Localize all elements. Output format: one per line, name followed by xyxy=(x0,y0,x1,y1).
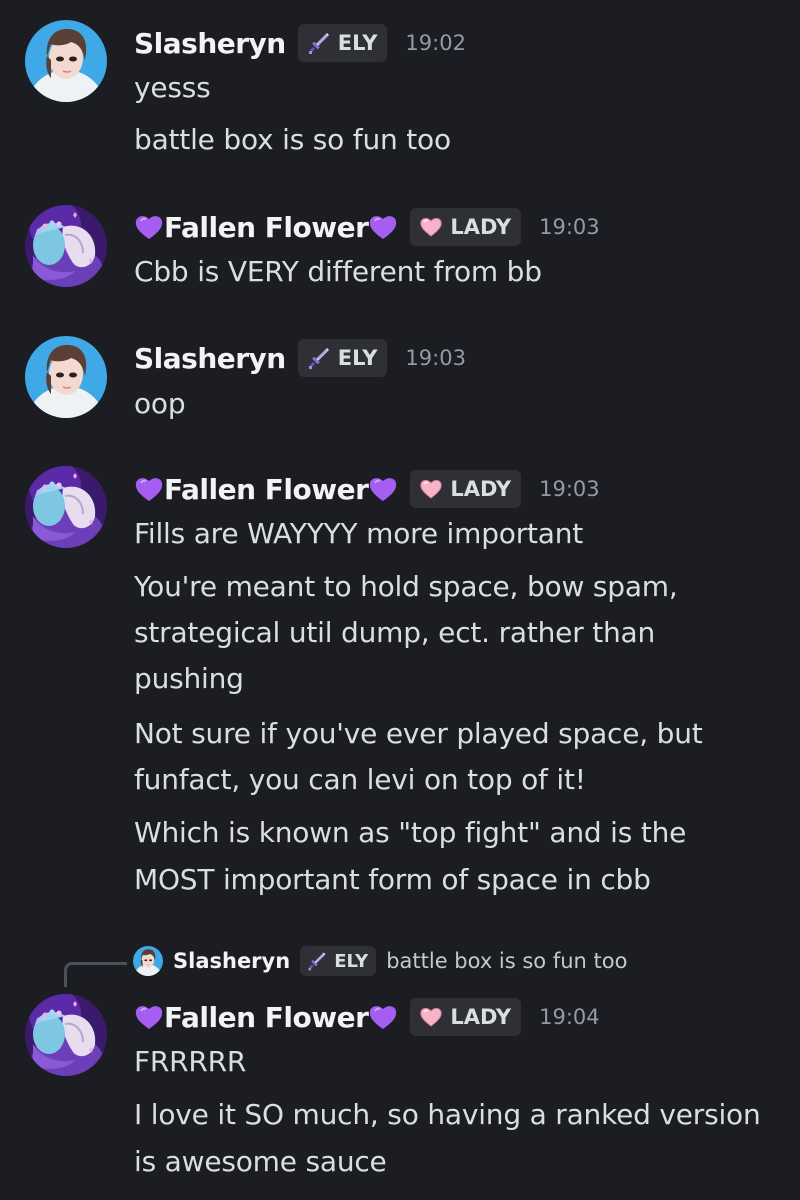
server-tag[interactable]: LADY xyxy=(410,470,522,508)
message-text: MOST important form of space in cbb xyxy=(134,863,651,896)
avatar-image xyxy=(25,994,107,1076)
pink-heart-icon xyxy=(418,214,444,240)
message-text: Cbb is VERY different from bb xyxy=(134,255,542,288)
purple-heart-icon xyxy=(368,1003,398,1031)
message-header: Fallen Flower LADY 19:03 xyxy=(134,469,600,509)
message-text: strategical util dump, ect. rather than xyxy=(134,616,656,649)
message-text: I love it SO much, so having a ranked ve… xyxy=(134,1098,761,1131)
message-text: is awesome sauce xyxy=(134,1145,387,1178)
message-text: FRRRRR xyxy=(134,1045,247,1078)
message-text: yesss xyxy=(134,71,211,104)
server-tag[interactable]: LADY xyxy=(410,998,522,1036)
server-tag[interactable]: ELY xyxy=(297,339,388,377)
message-text: Fills are WAYYYY more important xyxy=(134,517,584,550)
reply-username[interactable]: Slasheryn xyxy=(173,949,290,973)
message-text: Not sure if you've ever played space, bu… xyxy=(134,717,703,750)
message-text: battle box is so fun too xyxy=(134,123,451,156)
reply-server-tag-label: ELY xyxy=(334,950,369,972)
avatar-image xyxy=(25,466,107,548)
purple-heart-icon xyxy=(134,1003,164,1031)
message-header: Slasheryn ELY 19:02 xyxy=(134,23,466,63)
server-tag-label: ELY xyxy=(337,346,378,370)
avatar-image xyxy=(25,336,107,418)
avatar[interactable] xyxy=(25,994,107,1076)
timestamp[interactable]: 19:03 xyxy=(539,477,600,501)
reply-avatar xyxy=(133,946,163,976)
avatar[interactable] xyxy=(25,20,107,102)
avatar[interactable] xyxy=(25,205,107,287)
message-header: Slasheryn ELY 19:03 xyxy=(134,338,466,378)
server-tag-label: LADY xyxy=(450,215,512,239)
purple-heart-icon xyxy=(134,475,164,503)
avatar[interactable] xyxy=(25,336,107,418)
message-text: Which is known as "top fight" and is the xyxy=(134,816,687,849)
username[interactable]: Fallen Flower xyxy=(164,211,369,244)
message-text: You're meant to hold space, bow spam, xyxy=(134,570,678,603)
server-tag-label: ELY xyxy=(337,31,378,55)
server-tag[interactable]: LADY xyxy=(410,208,522,246)
reply-server-tag: ELY xyxy=(300,946,377,976)
reply-connector xyxy=(64,962,127,987)
message-text: funfact, you can levi on top of it! xyxy=(134,763,586,796)
purple-heart-icon xyxy=(368,475,398,503)
message-header: Fallen Flower LADY 19:03 xyxy=(134,207,600,247)
sword-icon xyxy=(306,345,332,371)
pink-heart-icon xyxy=(418,476,444,502)
timestamp[interactable]: 19:03 xyxy=(539,215,600,239)
sword-icon xyxy=(306,950,328,972)
username[interactable]: Slasheryn xyxy=(134,342,286,375)
timestamp[interactable]: 19:04 xyxy=(539,1005,600,1029)
username[interactable]: Slasheryn xyxy=(134,27,286,60)
reply-text[interactable]: battle box is so fun too xyxy=(386,949,627,973)
timestamp[interactable]: 19:03 xyxy=(405,346,466,370)
message-header: Fallen Flower LADY 19:04 xyxy=(134,997,600,1037)
avatar-image xyxy=(25,205,107,287)
server-tag-label: LADY xyxy=(450,477,512,501)
username[interactable]: Fallen Flower xyxy=(164,473,369,506)
pink-heart-icon xyxy=(418,1004,444,1030)
message-text: oop xyxy=(134,387,186,420)
username[interactable]: Fallen Flower xyxy=(164,1001,369,1034)
timestamp[interactable]: 19:02 xyxy=(405,31,466,55)
avatar[interactable] xyxy=(25,466,107,548)
reply-preview[interactable]: Slasheryn ELY battle box is so fun too xyxy=(133,944,627,978)
message-text: pushing xyxy=(134,662,244,695)
purple-heart-icon xyxy=(134,213,164,241)
sword-icon xyxy=(306,30,332,56)
server-tag-label: LADY xyxy=(450,1005,512,1029)
purple-heart-icon xyxy=(368,213,398,241)
server-tag[interactable]: ELY xyxy=(297,24,388,62)
avatar-image xyxy=(25,20,107,102)
